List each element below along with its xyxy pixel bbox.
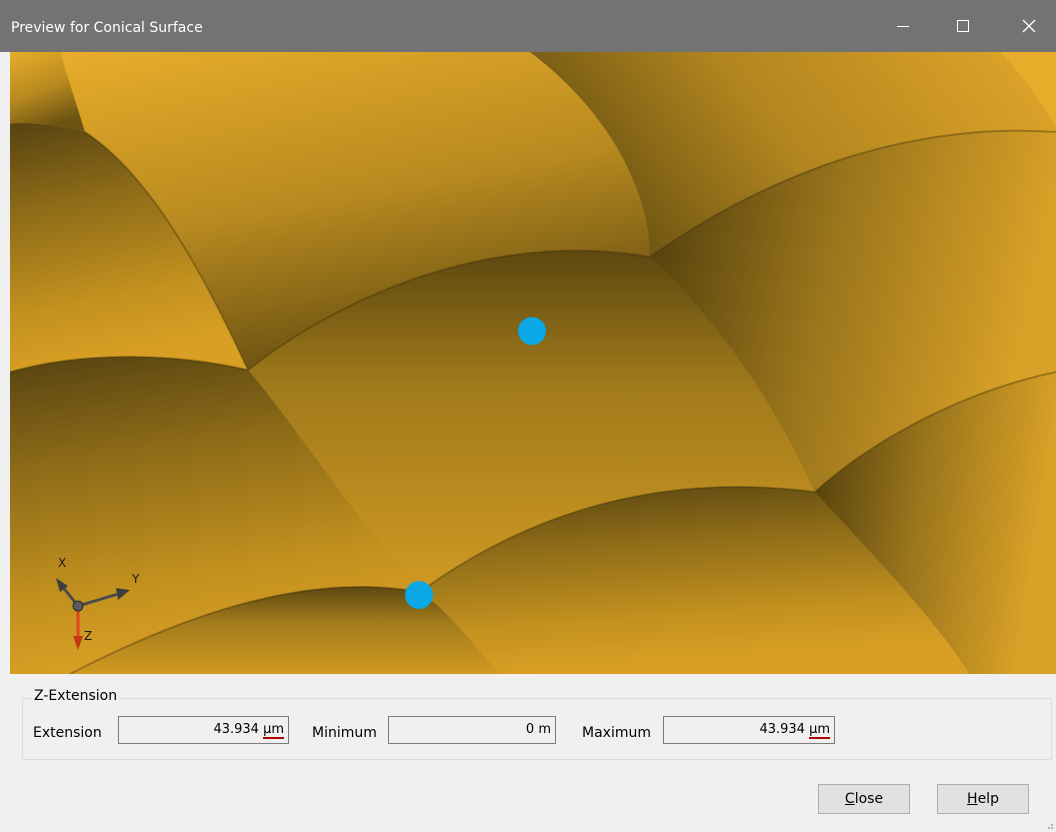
conical-surface-render — [10, 52, 1056, 674]
close-button[interactable]: Close — [818, 784, 910, 814]
maximum-value: 43.934 — [759, 722, 810, 737]
close-button-mnemonic: C — [844, 791, 855, 807]
maximum-field[interactable]: 43.934 µm — [663, 716, 835, 744]
extension-unit: µm — [263, 722, 284, 739]
axis-triad-icon — [56, 578, 130, 650]
window-frame — [0, 52, 10, 832]
maximize-icon — [957, 20, 969, 32]
help-button-label: elp — [977, 791, 999, 807]
extension-value: 43.934 — [213, 722, 264, 737]
maximum-unit: µm — [809, 722, 830, 739]
maximize-button[interactable] — [940, 6, 986, 46]
window-title: Preview for Conical Surface — [11, 20, 203, 36]
minimize-icon — [897, 26, 909, 27]
maximum-label: Maximum — [582, 725, 651, 741]
extension-field[interactable]: 43.934 µm — [118, 716, 289, 744]
axis-y-label: Y — [132, 572, 140, 586]
surface-marker-point[interactable] — [518, 317, 546, 345]
resize-grip-icon[interactable] — [1046, 822, 1054, 830]
surface-marker-point[interactable] — [405, 581, 433, 609]
axis-z-label: Z — [84, 629, 93, 643]
minimize-button[interactable] — [880, 6, 926, 46]
surface-preview-viewport[interactable]: X Y Z — [10, 52, 1056, 674]
close-icon — [1022, 19, 1036, 33]
help-button[interactable]: Help — [937, 784, 1029, 814]
minimum-field[interactable]: 0 m — [388, 716, 556, 744]
minimum-label: Minimum — [312, 725, 377, 741]
minimum-unit: m — [538, 722, 551, 737]
extension-label: Extension — [33, 725, 102, 741]
minimum-value: 0 — [525, 722, 539, 737]
close-button-label: lose — [854, 791, 884, 807]
z-extension-panel: Z-Extension Extension 43.934 µm Minimum … — [10, 674, 1056, 832]
close-window-button[interactable] — [1006, 6, 1052, 46]
title-bar: Preview for Conical Surface — [0, 0, 1056, 52]
z-extension-title: Z-Extension — [32, 688, 120, 704]
help-button-mnemonic: H — [967, 791, 978, 807]
axis-x-label: X — [58, 556, 67, 570]
